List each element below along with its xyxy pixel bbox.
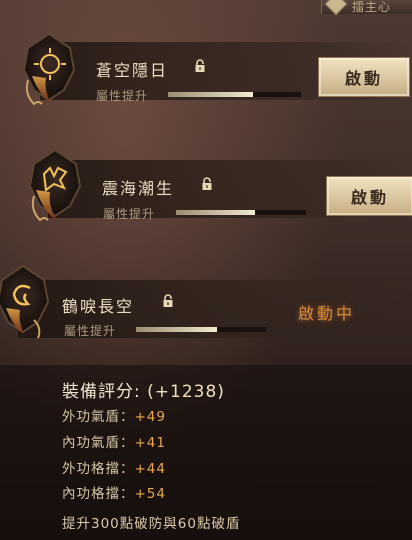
- activate-button[interactable]: 啟動: [326, 176, 412, 216]
- bonus-description: 提升300點破防與60點破盾: [62, 516, 241, 532]
- activate-button[interactable]: 啟動: [318, 57, 410, 97]
- stat-label: 內功格擋：: [62, 486, 135, 502]
- active-status: 啟動中: [298, 304, 356, 323]
- progress-fill: [168, 92, 254, 97]
- top-tab[interactable]: 擂主心: [321, 0, 412, 16]
- attr-label: 屬性提升: [64, 324, 117, 338]
- lock-icon: [163, 294, 173, 307]
- stat-label: 外功格擋：: [62, 461, 135, 477]
- progress-bar: [136, 327, 266, 332]
- skill-name: 震海潮生: [102, 179, 175, 198]
- stat-line: 外功氣盾：+49: [62, 405, 166, 425]
- score-label: 裝備評分:: [62, 382, 141, 402]
- stat-line: 外功格擋：+44: [62, 457, 166, 477]
- top-tab-label: 擂主心: [352, 0, 392, 14]
- stat-label: 內功氣盾：: [62, 435, 135, 451]
- stat-value: +49: [134, 409, 166, 425]
- score-value: (+1238): [147, 382, 225, 402]
- progress-fill: [136, 327, 217, 332]
- attr-label: 屬性提升: [103, 207, 156, 221]
- skill-name: 蒼空隱日: [96, 61, 169, 80]
- skill-name: 鶴唳長空: [62, 297, 135, 316]
- stat-line: 內功格擋：+54: [62, 482, 166, 502]
- stat-line: 內功氣盾：+41: [62, 431, 166, 451]
- stat-value: +54: [134, 486, 166, 502]
- diamond-icon: [324, 0, 348, 16]
- lock-icon: [195, 59, 205, 72]
- crane-rune-icon[interactable]: [0, 262, 52, 340]
- stat-value: +41: [134, 435, 166, 451]
- attr-label: 屬性提升: [96, 89, 149, 103]
- progress-bar: [176, 210, 306, 215]
- lock-icon: [202, 177, 212, 190]
- dragon-rune-icon[interactable]: [26, 146, 84, 224]
- progress-fill: [176, 210, 256, 215]
- equipment-score: 裝備評分: (+1238): [62, 377, 225, 402]
- sun-rune-icon[interactable]: [20, 30, 78, 108]
- progress-bar: [168, 92, 301, 97]
- stat-label: 外功氣盾：: [62, 409, 135, 425]
- stat-value: +44: [134, 461, 166, 477]
